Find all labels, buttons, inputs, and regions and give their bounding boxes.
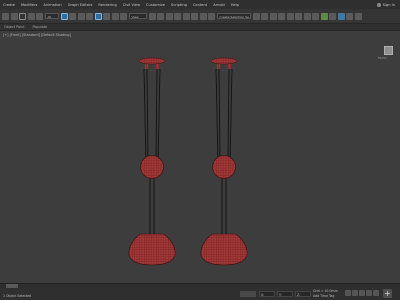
toggle-layer-explorer-icon[interactable]: [278, 12, 285, 20]
go-to-start-icon[interactable]: [345, 290, 351, 296]
angle-snap-icon[interactable]: [182, 12, 190, 20]
link-icon[interactable]: [19, 12, 26, 20]
add-time-tag-button[interactable]: Add Time Tag: [313, 294, 334, 298]
snaps-toggle-icon[interactable]: [174, 12, 181, 20]
keyboard-shortcut-override-icon[interactable]: [165, 12, 173, 20]
pendant-lamp-right[interactable]: [200, 57, 248, 266]
menu-customize[interactable]: Customize: [143, 3, 168, 7]
redo-icon[interactable]: [10, 12, 18, 20]
canopy-stem-right: [156, 64, 159, 69]
select-scale-icon[interactable]: [111, 12, 119, 20]
menu-animation[interactable]: Animation: [40, 3, 64, 7]
menu-arnold[interactable]: Arnold: [210, 3, 228, 7]
curve-editor-icon[interactable]: [295, 12, 302, 20]
render-in-cloud-icon[interactable]: [346, 12, 353, 20]
selection-filter-dropdown[interactable]: All: [44, 13, 59, 19]
select-object-icon[interactable]: [60, 12, 68, 20]
selection-status: 1 Object Selected: [3, 294, 32, 298]
tab-object-paint[interactable]: Object Paint: [0, 25, 29, 29]
undo-icon[interactable]: [2, 12, 9, 20]
align-icon[interactable]: [261, 12, 268, 20]
pendant-lamp-left[interactable]: [128, 57, 176, 266]
grid-size-label: Grid = 10.0mm: [313, 289, 338, 293]
ceiling-canopy: [210, 57, 238, 65]
menu-rendering[interactable]: Rendering: [95, 3, 119, 7]
menu-help[interactable]: Help: [228, 3, 242, 7]
render-setup-icon[interactable]: [320, 12, 328, 20]
toggle-scene-explorer-icon[interactable]: [269, 12, 277, 20]
next-frame-icon[interactable]: [366, 290, 372, 296]
menu-create[interactable]: Create: [0, 3, 18, 7]
pendant-lamps: [128, 57, 248, 266]
rectangular-selection-icon[interactable]: [77, 12, 85, 20]
front-viewport[interactable]: [+] [Front] [Standard] [Default Shading]…: [0, 31, 400, 283]
toggle-ribbon-icon[interactable]: [286, 12, 294, 20]
unlink-icon[interactable]: [27, 12, 35, 20]
menu-scripting[interactable]: Scripting: [168, 3, 190, 7]
select-rotate-icon[interactable]: [103, 12, 110, 20]
z-coordinate-field[interactable]: Z:: [295, 291, 311, 297]
suspension-cable: [215, 68, 219, 164]
pivot-center-icon[interactable]: [148, 12, 156, 20]
a360-gallery-icon[interactable]: [354, 12, 362, 20]
named-selection-set-dropdown[interactable]: Create Selection Se: [216, 13, 251, 19]
menu-graph-editors[interactable]: Graph Editors: [65, 3, 96, 7]
edit-named-selection-icon[interactable]: [208, 12, 215, 20]
menu-bar: Create Modifiers Animation Graph Editors…: [0, 0, 400, 9]
render-production-icon[interactable]: [337, 12, 345, 20]
suspension-cable: [218, 68, 221, 164]
suspension-cable: [143, 68, 147, 164]
user-icon: [376, 2, 381, 7]
menu-modifiers[interactable]: Modifiers: [18, 3, 40, 7]
sign-in-button[interactable]: Sign In: [376, 2, 400, 7]
suspension-cable: [227, 68, 230, 164]
select-by-name-icon[interactable]: [69, 12, 76, 20]
select-move-icon[interactable]: [94, 12, 102, 20]
canopy-stem-left: [145, 64, 148, 69]
suspension-cable: [155, 68, 158, 164]
canopy-stem-right: [228, 64, 231, 69]
previous-frame-icon[interactable]: [352, 290, 358, 296]
counterweight-sphere: [212, 155, 236, 179]
lamp-shade: [200, 233, 248, 266]
ribbon-tabs: Object Paint Populate: [0, 24, 400, 31]
select-manipulate-icon[interactable]: [157, 12, 164, 20]
counterweight-sphere: [140, 155, 164, 179]
schematic-view-icon[interactable]: [303, 12, 311, 20]
lamp-shade: [128, 233, 176, 266]
main-toolbar: All View Create Selection Se: [0, 9, 400, 24]
mirror-icon[interactable]: [252, 12, 260, 20]
suspension-cable: [146, 68, 149, 164]
spinner-snap-icon[interactable]: [199, 12, 207, 20]
go-to-end-icon[interactable]: [373, 290, 379, 296]
tab-populate[interactable]: Populate: [29, 25, 52, 29]
add-key-icon[interactable]: +: [383, 289, 392, 298]
suspension-cable: [157, 68, 161, 164]
menu-content[interactable]: Content: [190, 3, 210, 7]
window-crossing-icon[interactable]: [86, 12, 93, 20]
material-editor-icon[interactable]: [312, 12, 319, 20]
reference-coordinate-dropdown[interactable]: View: [128, 13, 147, 19]
selection-lock-toggle[interactable]: [240, 291, 256, 297]
sign-in-label: Sign In: [382, 2, 395, 7]
canopy-stem-left: [217, 64, 220, 69]
status-bar: 1 Object Selected X: Y: Z: Grid = 10.0mm…: [0, 288, 400, 300]
bind-space-warp-icon[interactable]: [36, 12, 43, 20]
y-coordinate-field[interactable]: Y:: [277, 291, 293, 297]
suspension-cable: [229, 68, 233, 164]
ceiling-canopy: [138, 57, 166, 65]
percent-snap-icon[interactable]: [191, 12, 198, 20]
menu-civil-view[interactable]: Civil View: [120, 3, 143, 7]
rendered-frame-window-icon[interactable]: [329, 12, 336, 20]
select-place-icon[interactable]: [120, 12, 127, 20]
play-icon[interactable]: [359, 290, 365, 296]
x-coordinate-field[interactable]: X:: [259, 291, 275, 297]
